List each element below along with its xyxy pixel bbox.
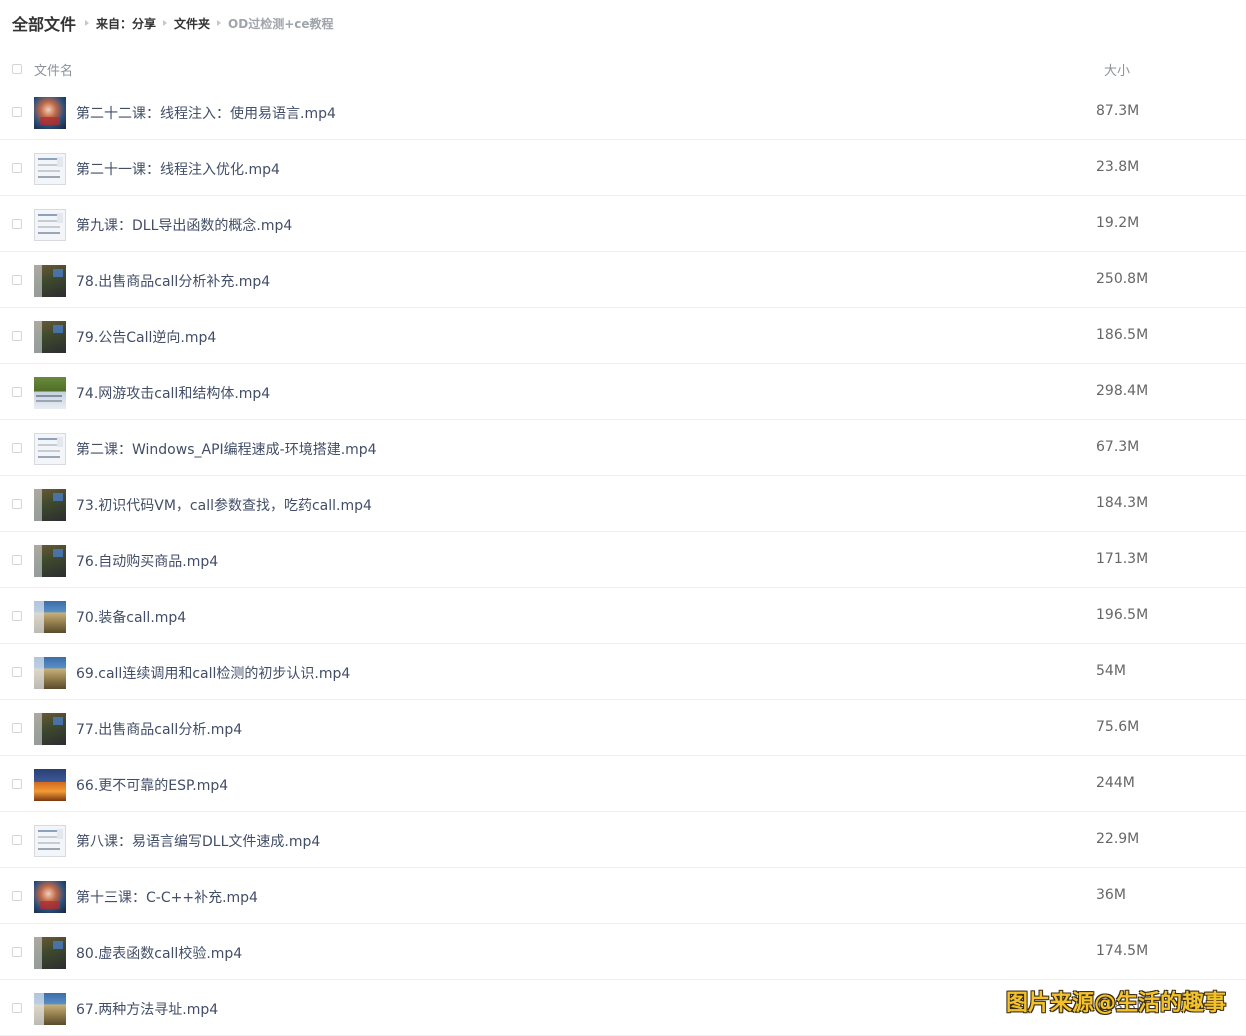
file-row[interactable]: 77.出售商品call分析.mp4 75.6M xyxy=(0,700,1246,756)
video-thumbnail-icon[interactable] xyxy=(34,993,66,1025)
file-select-checkbox[interactable] xyxy=(12,611,22,621)
file-name-link[interactable]: 第八课：易语言编写DLL文件速成.mp4 xyxy=(76,831,320,851)
file-row[interactable]: 第十三课：C-C++补充.mp4 36M xyxy=(0,868,1246,924)
file-row[interactable]: 80.虚表函数call校验.mp4 174.5M xyxy=(0,924,1246,980)
video-thumbnail-icon[interactable] xyxy=(34,881,66,913)
video-thumbnail-icon[interactable] xyxy=(34,601,66,633)
watermark: 图片来源@生活的趣事 xyxy=(1005,991,1226,1016)
video-thumbnail-icon[interactable] xyxy=(34,97,66,129)
file-size: 186.5M xyxy=(1096,327,1149,343)
file-select-checkbox[interactable] xyxy=(12,107,22,117)
file-select-checkbox[interactable] xyxy=(12,947,22,957)
file-row[interactable]: 74.网游攻击call和结构体.mp4 298.4M xyxy=(0,364,1246,420)
file-select-checkbox[interactable] xyxy=(12,779,22,789)
breadcrumb-separator-icon xyxy=(217,20,222,26)
file-name-link[interactable]: 69.call连续调用和call检测的初步认识.mp4 xyxy=(76,663,350,683)
video-thumbnail-icon[interactable] xyxy=(34,769,66,801)
file-name-link[interactable]: 70.装备call.mp4 xyxy=(76,607,186,627)
file-size: 23.8M xyxy=(1096,159,1140,175)
breadcrumb-separator-icon xyxy=(85,20,90,26)
file-name-link[interactable]: 79.公告Call逆向.mp4 xyxy=(76,327,216,347)
column-header-filename[interactable]: 文件名 xyxy=(34,60,73,79)
file-row[interactable]: 73.初识代码VM，call参数查找，吃药call.mp4 184.3M xyxy=(0,476,1246,532)
file-name-link[interactable]: 67.两种方法寻址.mp4 xyxy=(76,999,218,1019)
file-name-link[interactable]: 73.初识代码VM，call参数查找，吃药call.mp4 xyxy=(76,495,372,515)
file-select-checkbox[interactable] xyxy=(12,443,22,453)
file-select-checkbox[interactable] xyxy=(12,275,22,285)
file-select-checkbox[interactable] xyxy=(12,1003,22,1013)
file-row[interactable]: 第八课：易语言编写DLL文件速成.mp4 22.9M xyxy=(0,812,1246,868)
video-thumbnail-icon[interactable] xyxy=(34,153,66,185)
file-size: 36M xyxy=(1096,887,1126,903)
video-thumbnail-icon[interactable] xyxy=(34,377,66,409)
video-thumbnail-icon[interactable] xyxy=(34,489,66,521)
video-thumbnail-icon[interactable] xyxy=(34,545,66,577)
file-row[interactable]: 第二十二课：线程注入：使用易语言.mp4 87.3M xyxy=(0,84,1246,140)
file-size: 244M xyxy=(1096,775,1135,791)
file-select-checkbox[interactable] xyxy=(12,835,22,845)
file-size: 67.3M xyxy=(1096,439,1140,455)
video-thumbnail-icon[interactable] xyxy=(34,657,66,689)
video-thumbnail-icon[interactable] xyxy=(34,265,66,297)
file-row[interactable]: 69.call连续调用和call检测的初步认识.mp4 54M xyxy=(0,644,1246,700)
breadcrumb-separator-icon xyxy=(163,20,168,26)
file-size: 75.6M xyxy=(1096,719,1140,735)
breadcrumb-item-current-folder: OD过检测+ce教程 xyxy=(228,16,334,31)
file-select-checkbox[interactable] xyxy=(12,499,22,509)
file-size: 54M xyxy=(1096,663,1126,679)
file-select-checkbox[interactable] xyxy=(12,723,22,733)
file-name-link[interactable]: 74.网游攻击call和结构体.mp4 xyxy=(76,383,270,403)
file-name-link[interactable]: 66.更不可靠的ESP.mp4 xyxy=(76,775,228,795)
file-name-link[interactable]: 第二课：Windows_API编程速成-环境搭建.mp4 xyxy=(76,439,377,459)
video-thumbnail-icon[interactable] xyxy=(34,825,66,857)
file-name-link[interactable]: 第九课：DLL导出函数的概念.mp4 xyxy=(76,215,292,235)
file-row[interactable]: 79.公告Call逆向.mp4 186.5M xyxy=(0,308,1246,364)
breadcrumb-item-shared-from[interactable]: 来自：分享 xyxy=(96,15,156,32)
file-size: 184.3M xyxy=(1096,495,1149,511)
video-thumbnail-icon[interactable] xyxy=(34,713,66,745)
select-all-checkbox[interactable] xyxy=(12,64,22,74)
file-size: 250.8M xyxy=(1096,271,1149,287)
video-thumbnail-icon[interactable] xyxy=(34,321,66,353)
file-size: 196.5M xyxy=(1096,607,1149,623)
video-thumbnail-icon[interactable] xyxy=(34,433,66,465)
breadcrumb-item-folder[interactable]: 文件夹 xyxy=(174,15,210,32)
file-size: 171.3M xyxy=(1096,551,1149,567)
file-select-checkbox[interactable] xyxy=(12,331,22,341)
file-row[interactable]: 第九课：DLL导出函数的概念.mp4 19.2M xyxy=(0,196,1246,252)
file-name-link[interactable]: 77.出售商品call分析.mp4 xyxy=(76,719,242,739)
file-size: 174.5M xyxy=(1096,943,1149,959)
breadcrumb-root-all-files[interactable]: 全部文件 xyxy=(12,11,76,35)
file-size: 298.4M xyxy=(1096,383,1149,399)
file-name-link[interactable]: 78.出售商品call分析补充.mp4 xyxy=(76,271,270,291)
file-size: 87.3M xyxy=(1096,103,1140,119)
file-row[interactable]: 78.出售商品call分析补充.mp4 250.8M xyxy=(0,252,1246,308)
file-select-checkbox[interactable] xyxy=(12,891,22,901)
file-name-link[interactable]: 第二十一课：线程注入优化.mp4 xyxy=(76,159,280,179)
column-header-size[interactable]: 大小 xyxy=(1104,60,1130,79)
file-row[interactable]: 第二课：Windows_API编程速成-环境搭建.mp4 67.3M xyxy=(0,420,1246,476)
file-row[interactable]: 70.装备call.mp4 196.5M xyxy=(0,588,1246,644)
video-thumbnail-icon[interactable] xyxy=(34,937,66,969)
file-row[interactable]: 第二十一课：线程注入优化.mp4 23.8M xyxy=(0,140,1246,196)
file-name-link[interactable]: 80.虚表函数call校验.mp4 xyxy=(76,943,242,963)
video-thumbnail-icon[interactable] xyxy=(34,209,66,241)
file-size: 19.2M xyxy=(1096,215,1140,231)
file-list: 第二十二课：线程注入：使用易语言.mp4 87.3M 第二十一课：线程注入优化.mp… xyxy=(0,84,1246,1036)
file-row[interactable]: 66.更不可靠的ESP.mp4 244M xyxy=(0,756,1246,812)
file-list-header: 文件名 大小 xyxy=(0,56,1246,82)
file-name-link[interactable]: 第十三课：C-C++补充.mp4 xyxy=(76,887,258,907)
file-select-checkbox[interactable] xyxy=(12,219,22,229)
file-select-checkbox[interactable] xyxy=(12,387,22,397)
file-select-checkbox[interactable] xyxy=(12,555,22,565)
file-select-checkbox[interactable] xyxy=(12,667,22,677)
breadcrumb: 全部文件 来自：分享 文件夹 OD过检测+ce教程 xyxy=(12,12,334,34)
file-size: 22.9M xyxy=(1096,831,1140,847)
file-row[interactable]: 76.自动购买商品.mp4 171.3M xyxy=(0,532,1246,588)
file-name-link[interactable]: 第二十二课：线程注入：使用易语言.mp4 xyxy=(76,103,336,123)
file-select-checkbox[interactable] xyxy=(12,163,22,173)
file-name-link[interactable]: 76.自动购买商品.mp4 xyxy=(76,551,218,571)
